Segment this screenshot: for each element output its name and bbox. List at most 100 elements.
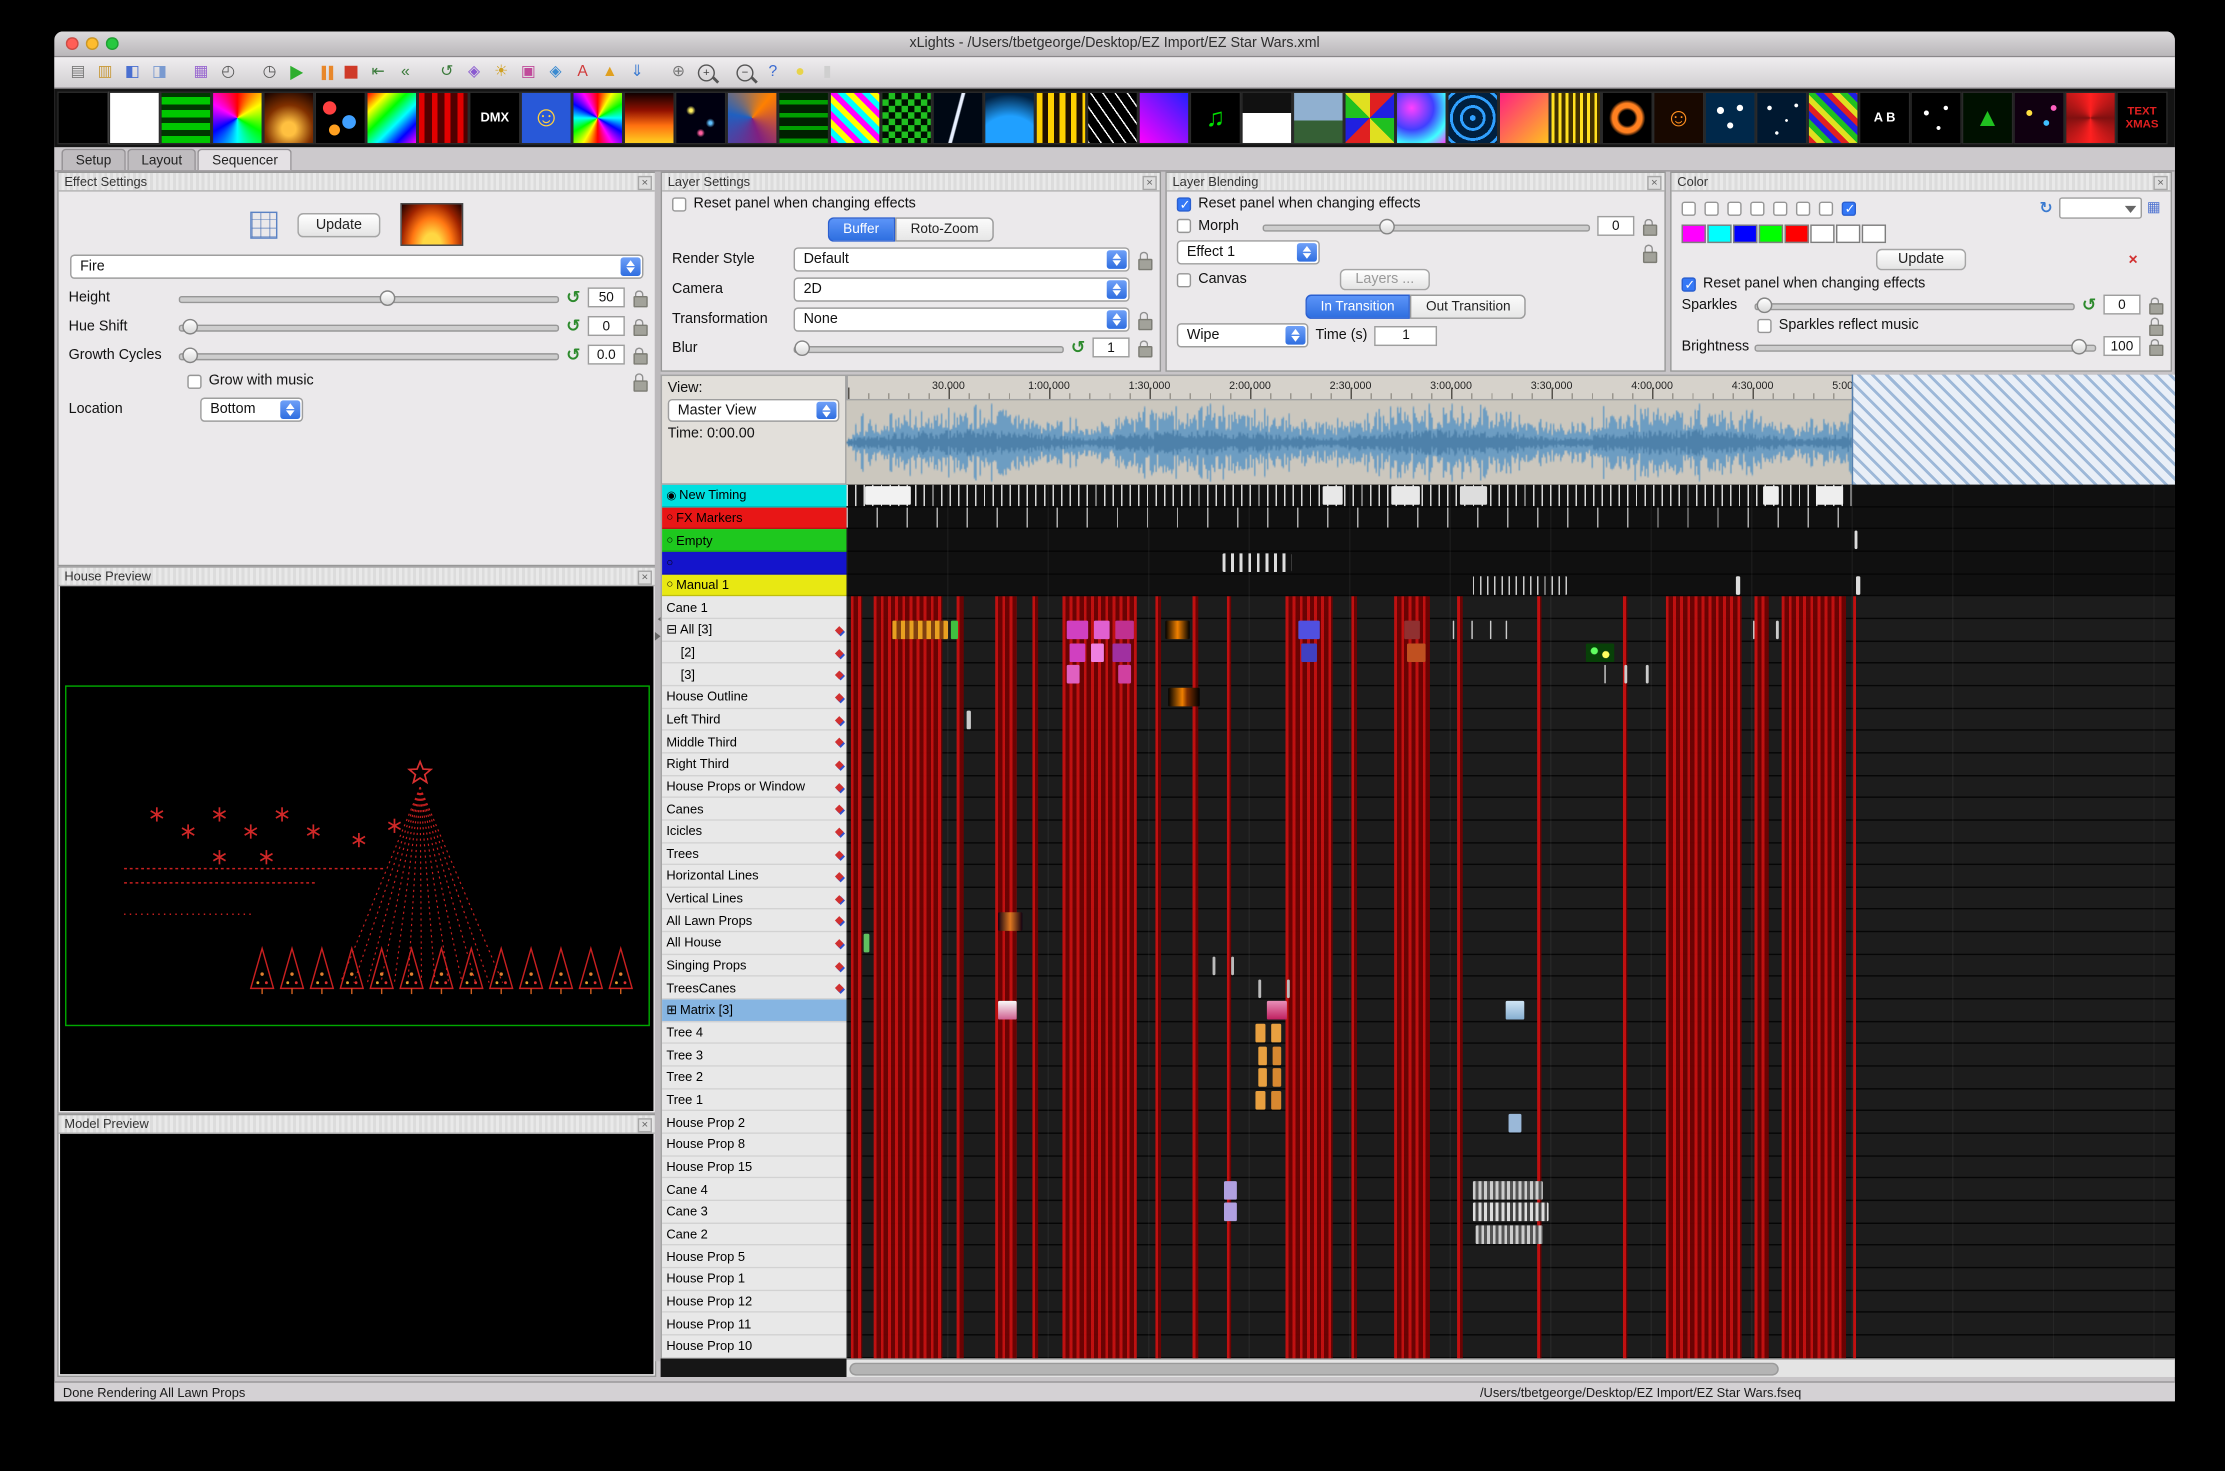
model-track-tree-2[interactable]: Tree 2 <box>662 1067 846 1089</box>
reset-icon[interactable] <box>1071 339 1085 356</box>
grid-row-37[interactable] <box>847 1313 2175 1335</box>
effect-snowflakes-thumbnail[interactable] <box>1704 92 1755 145</box>
transition-type-dropdown[interactable]: Wipe <box>1177 323 1309 347</box>
sparkles-slider[interactable] <box>1754 295 2074 314</box>
model-preview-viewport[interactable] <box>60 1134 653 1374</box>
timing-track-new-timing[interactable]: ◉New Timing <box>662 485 846 507</box>
stop-icon[interactable] <box>339 60 363 84</box>
effect-block[interactable] <box>892 621 948 640</box>
grid-row-16[interactable] <box>847 843 2175 865</box>
effect-block[interactable] <box>1258 1069 1266 1088</box>
render-style-dropdown[interactable]: Default <box>794 247 1130 271</box>
effect-fan-thumbnail[interactable] <box>572 92 623 145</box>
grid-row-10[interactable] <box>847 709 2175 731</box>
grid-row-26[interactable] <box>847 1067 2175 1089</box>
lock-icon[interactable] <box>2148 338 2161 354</box>
color-swatch-2[interactable] <box>1707 224 1731 243</box>
grid-row-18[interactable] <box>847 888 2175 910</box>
layer-blending-header[interactable]: Layer Blending <box>1167 173 1665 192</box>
color-swatch-6[interactable] <box>1810 224 1834 243</box>
slider-knob[interactable] <box>182 318 198 334</box>
house-preview-header[interactable]: House Preview <box>59 568 655 587</box>
effect-block[interactable] <box>1855 531 1858 550</box>
effect-singing-face-thumbnail[interactable]: ☺ <box>1653 92 1704 145</box>
effect-state-thumbnail[interactable]: A B <box>1859 92 1910 145</box>
reset-icon[interactable] <box>566 346 580 363</box>
effect-block[interactable] <box>1473 1203 1547 1222</box>
effect-block[interactable] <box>1067 621 1088 640</box>
effect-music-thumbnail[interactable]: ♫ <box>1190 92 1241 145</box>
effect-tree-thumbnail[interactable]: ▲ <box>1962 92 2013 145</box>
lock-icon[interactable] <box>1642 218 1655 234</box>
shuffle-palette-icon[interactable] <box>2040 199 2053 218</box>
effect-block[interactable] <box>1256 1091 1265 1110</box>
effect-off-thumbnail[interactable] <box>57 92 108 145</box>
slider-knob[interactable] <box>2071 338 2087 354</box>
effect-block[interactable] <box>1232 957 1235 976</box>
tab-roto-zoom[interactable]: Roto-Zoom <box>895 217 994 241</box>
effect-block[interactable] <box>1224 1203 1237 1222</box>
effect-block[interactable] <box>1407 643 1426 662</box>
effect-liquid-thumbnail[interactable] <box>984 92 1035 145</box>
model-track-house-prop-2[interactable]: House Prop 2 <box>662 1112 846 1134</box>
grid-row-27[interactable] <box>847 1089 2175 1111</box>
color-swatch-5[interactable] <box>1785 224 1809 243</box>
model-track-icicles[interactable]: Icicles◆ <box>662 821 846 843</box>
effect-block[interactable] <box>1266 1002 1287 1021</box>
slider-knob[interactable] <box>380 290 396 306</box>
effects-assistant-icon[interactable]: ◈ <box>543 60 567 84</box>
color-swatch-7[interactable] <box>1836 224 1860 243</box>
palette-slot-5-checkbox[interactable] <box>1773 201 1787 215</box>
model-track-house-prop-12[interactable]: House Prop 12 <box>662 1291 846 1313</box>
model-track-house-prop-5[interactable]: House Prop 5 <box>662 1246 846 1268</box>
color-reset-checkbox[interactable] <box>1682 277 1696 291</box>
effect-block[interactable] <box>1256 1024 1265 1043</box>
effect-candle-thumbnail[interactable] <box>263 92 314 145</box>
model-track-house-prop-8[interactable]: House Prop 8 <box>662 1134 846 1156</box>
effect-block[interactable] <box>1168 688 1200 707</box>
effect-settings-header[interactable]: Effect Settings <box>59 173 655 192</box>
model-track-singing-props[interactable]: Singing Props◆ <box>662 955 846 977</box>
import-effects-icon[interactable]: ⇓ <box>625 60 649 84</box>
effect-pinwheel-thumbnail[interactable] <box>1344 92 1395 145</box>
effect-block[interactable] <box>1391 486 1420 505</box>
effect-block[interactable] <box>1288 979 1291 998</box>
effect-block[interactable] <box>1301 643 1317 662</box>
growth-cycles-slider[interactable] <box>179 345 559 364</box>
effect-color-wash-thumbnail[interactable] <box>366 92 417 145</box>
effect-block[interactable] <box>1508 1114 1521 1133</box>
model-track-right-third[interactable]: Right Third◆ <box>662 753 846 775</box>
effect-strobe-thumbnail[interactable] <box>1910 92 1961 145</box>
update-color-button[interactable]: Update <box>1877 249 1966 270</box>
close-icon[interactable] <box>1142 175 1156 189</box>
close-button[interactable] <box>66 37 79 50</box>
effect-block[interactable] <box>864 934 869 953</box>
location-dropdown[interactable]: Bottom <box>200 398 303 422</box>
effect-curtain-thumbnail[interactable] <box>418 92 469 145</box>
effect-block[interactable] <box>1272 1024 1281 1043</box>
effect-block[interactable] <box>1476 1226 1542 1245</box>
grid-row-36[interactable] <box>847 1291 2175 1313</box>
lock-icon[interactable] <box>2148 297 2161 313</box>
height-value[interactable]: 50 <box>588 287 625 307</box>
tips-icon[interactable]: ● <box>788 60 812 84</box>
brightness-slider[interactable] <box>1754 337 2096 356</box>
expand-icon[interactable]: ⊞ <box>666 1002 677 1018</box>
effect-type-dropdown[interactable]: Fire <box>70 255 643 279</box>
effect-block[interactable] <box>1224 1181 1237 1200</box>
grid-row-38[interactable] <box>847 1335 2175 1357</box>
growth-cycles-value[interactable]: 0.0 <box>588 345 625 365</box>
effect-circles-thumbnail[interactable] <box>315 92 366 145</box>
model-track-house-props-or-window[interactable]: House Props or Window◆ <box>662 776 846 798</box>
effect-block[interactable] <box>1489 621 1491 640</box>
color-panel-header[interactable]: Color <box>1672 173 2171 192</box>
morph-value[interactable]: 0 <box>1597 216 1634 236</box>
effect-marquee-thumbnail[interactable] <box>1035 92 1086 145</box>
update-effect-button[interactable]: Update <box>297 212 380 236</box>
effect-block[interactable] <box>1404 621 1420 640</box>
effect-shader-thumbnail[interactable] <box>1499 92 1550 145</box>
expand-icon[interactable]: ⊟ <box>666 622 677 638</box>
effect-block[interactable] <box>1856 576 1860 595</box>
effect-block[interactable] <box>1737 576 1741 595</box>
grid-row-8[interactable] <box>847 664 2175 686</box>
